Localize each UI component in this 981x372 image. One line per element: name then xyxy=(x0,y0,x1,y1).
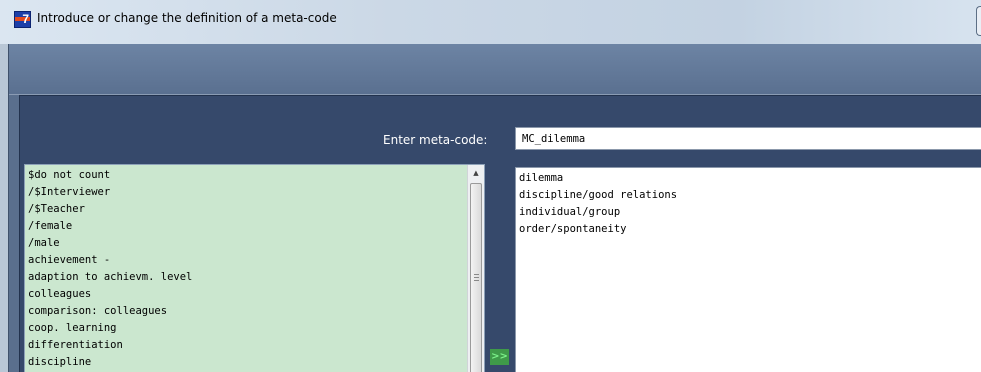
meta-code-dialog: 7 Introduce or change the definition of … xyxy=(0,0,981,372)
available-code-item[interactable]: comparison: colleagues xyxy=(25,303,192,320)
meta-code-member-item[interactable]: individual/group xyxy=(516,204,677,221)
available-code-item[interactable]: /female xyxy=(25,218,192,235)
add-to-meta-code-button[interactable]: >> xyxy=(490,349,509,365)
meta-code-label: Enter meta-code: xyxy=(383,133,488,147)
available-code-item[interactable]: adaption to achievm. level xyxy=(25,269,192,286)
available-code-item[interactable]: /male xyxy=(25,235,192,252)
available-code-item[interactable]: achievement - xyxy=(25,252,192,269)
available-codes-list[interactable]: $do not count/$Interviewer/$Teacher/fema… xyxy=(24,164,485,372)
window-title: Introduce or change the definition of a … xyxy=(37,11,337,25)
meta-code-panel: Enter meta-code: $do not count/$Intervie… xyxy=(19,95,981,372)
available-codes-scrollbar[interactable]: ▲ xyxy=(467,165,484,372)
grip-icon xyxy=(474,274,479,281)
scroll-up-arrow-icon[interactable]: ▲ xyxy=(468,165,484,181)
available-code-item[interactable]: /$Teacher xyxy=(25,201,192,218)
meta-code-member-item[interactable]: dilemma xyxy=(516,170,677,187)
title-bar[interactable]: 7 Introduce or change the definition of … xyxy=(0,0,981,44)
meta-code-member-item[interactable]: discipline/good relations xyxy=(516,187,677,204)
window-controls-edge[interactable] xyxy=(976,6,981,36)
meta-code-input[interactable] xyxy=(515,127,981,150)
available-code-item[interactable]: discipline xyxy=(25,354,192,371)
available-code-item[interactable]: colleagues xyxy=(25,286,192,303)
available-code-item[interactable]: differentiation xyxy=(25,337,192,354)
dialog-client-area: Enter meta-code: $do not count/$Intervie… xyxy=(8,44,981,372)
meta-code-member-item[interactable]: order/spontaneity xyxy=(516,221,677,238)
meta-code-members-list[interactable]: dilemma discipline/good relations individu… xyxy=(515,167,981,372)
available-code-item[interactable]: $do not count xyxy=(25,167,192,184)
app-icon: 7 xyxy=(14,11,31,28)
available-code-item[interactable]: /$Interviewer xyxy=(25,184,192,201)
available-code-item[interactable]: coop. learning xyxy=(25,320,192,337)
header-band xyxy=(9,44,981,94)
scroll-thumb[interactable] xyxy=(470,183,482,372)
